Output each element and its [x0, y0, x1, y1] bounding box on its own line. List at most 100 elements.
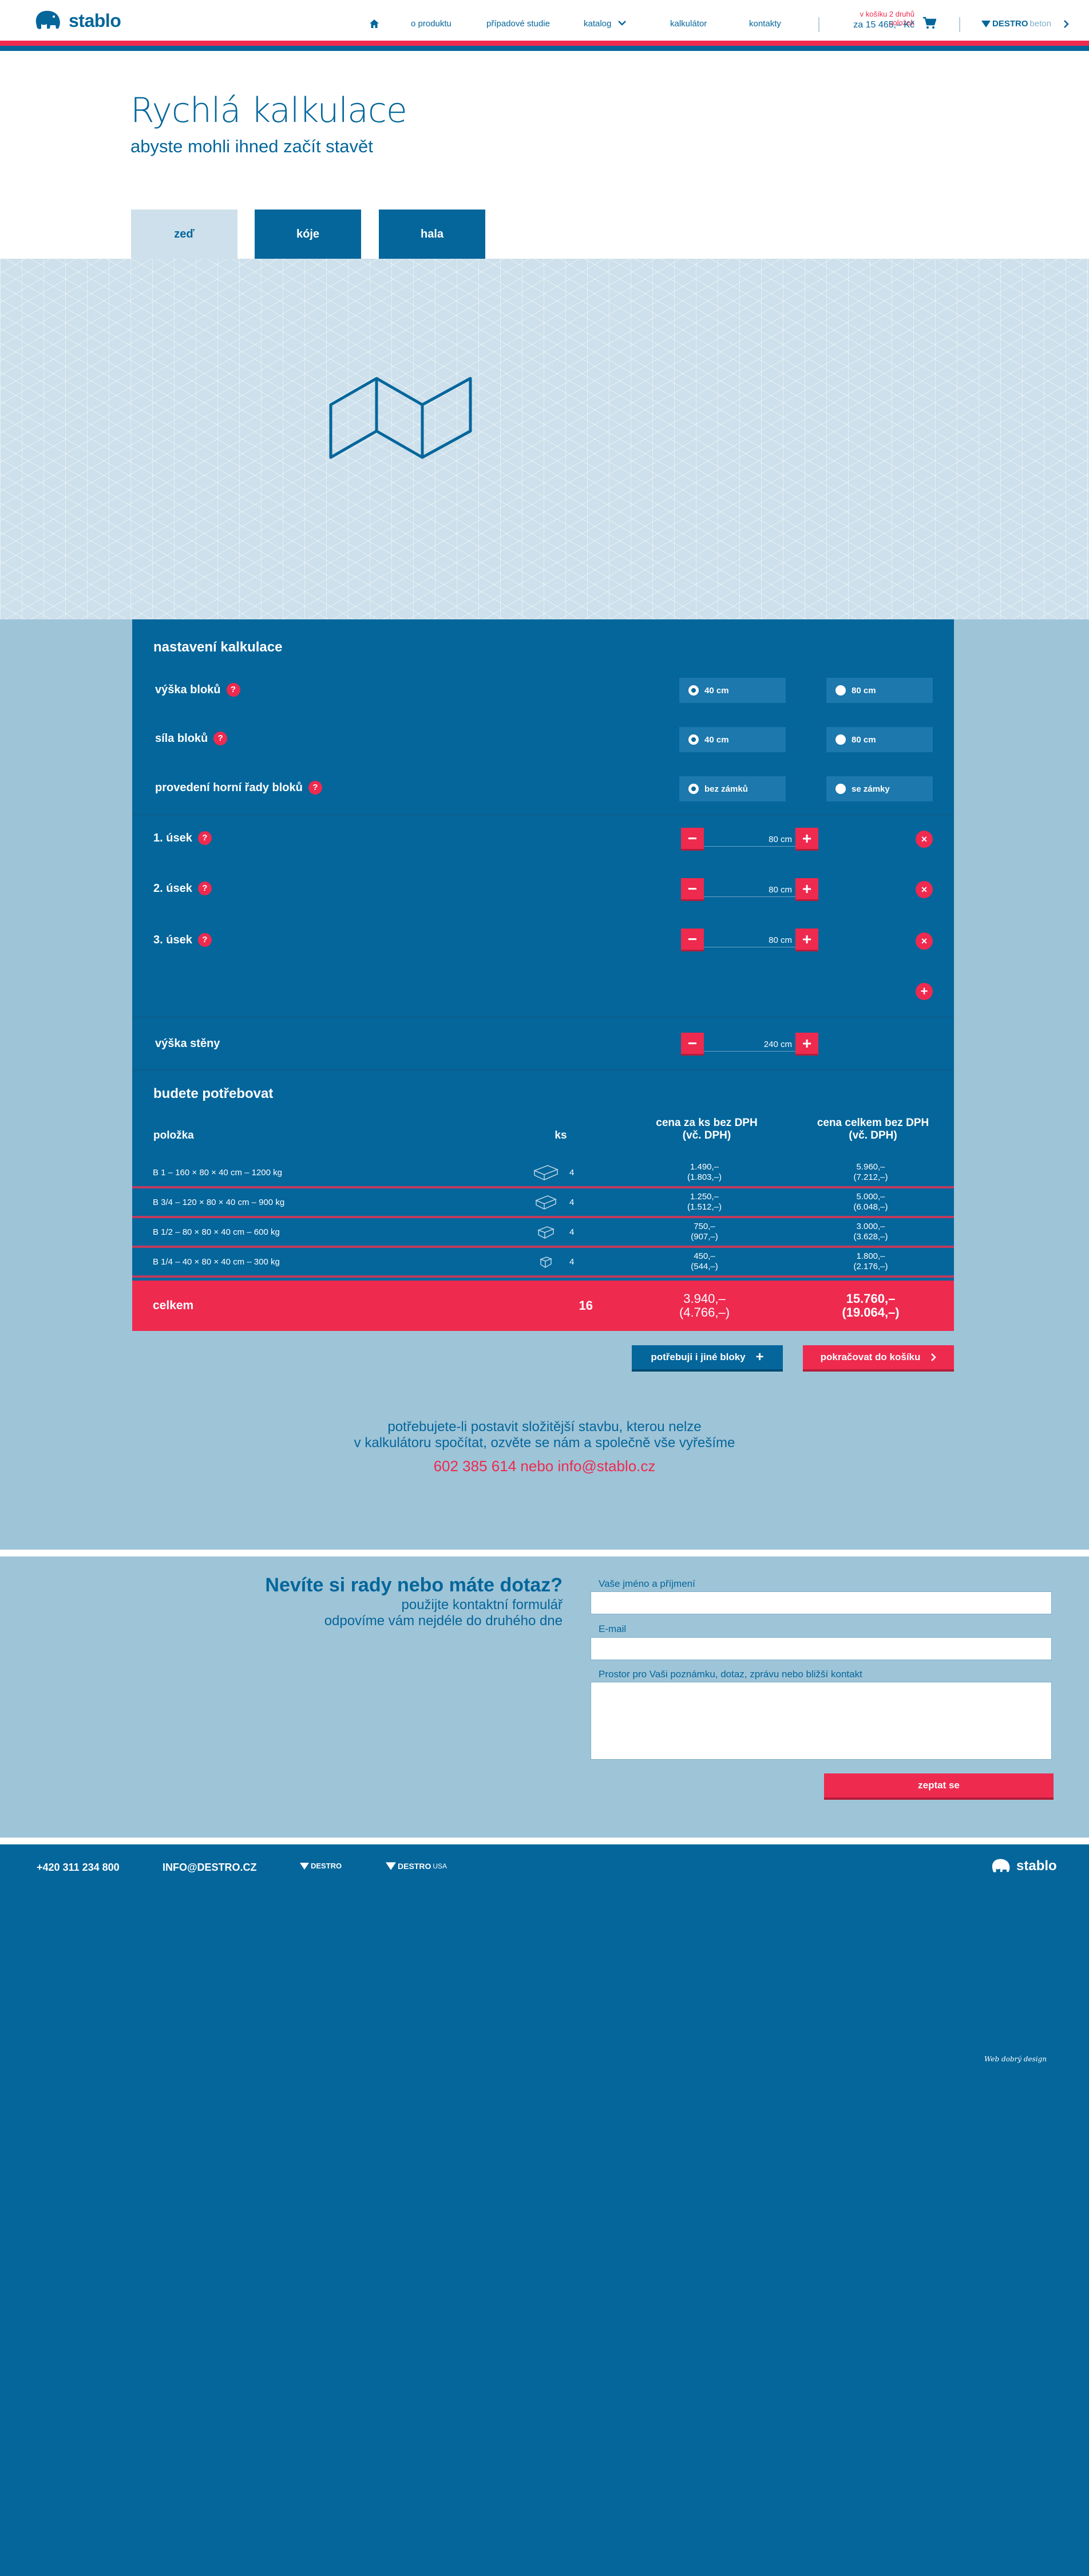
total-price-vat: (7.212,–): [853, 1172, 888, 1182]
settings-title: nastavení kalkulace: [153, 639, 283, 655]
footer-email[interactable]: INFO@DESTRO.CZ: [163, 1862, 257, 1874]
option-label: 40 cm: [704, 734, 729, 745]
segment-1-value[interactable]: 80 cm: [723, 835, 792, 844]
option-label: 40 cm: [704, 685, 729, 696]
total-price-vat: (6.048,–): [853, 1202, 888, 1212]
destro-logo-icon: [300, 1862, 309, 1870]
submit-button[interactable]: zeptat se: [824, 1773, 1054, 1800]
segment-1-remove-button[interactable]: ×: [916, 831, 933, 848]
nav-contacts[interactable]: kontakty: [749, 19, 781, 29]
email-input[interactable]: [591, 1637, 1052, 1660]
radio-icon: [835, 685, 846, 696]
top-row-text: provedení horní řady bloků: [155, 781, 303, 794]
footer-phone[interactable]: +420 311 234 800: [37, 1862, 120, 1874]
segment-3-minus-button[interactable]: −: [681, 929, 704, 951]
wall-height-minus-button[interactable]: −: [681, 1033, 704, 1056]
segment-1-plus-button[interactable]: +: [795, 828, 818, 851]
top-row-option-no-locks[interactable]: bez zámků: [679, 776, 786, 801]
item-name: B 1 – 160 × 80 × 40 cm – 1200 kg: [153, 1167, 282, 1178]
footer-logo-text: stablo: [1016, 1858, 1057, 1874]
item-total-price: 1.800,– (2.176,–): [787, 1251, 954, 1272]
help-icon[interactable]: ?: [226, 683, 240, 697]
help-icon[interactable]: ?: [213, 732, 228, 745]
tab-bay[interactable]: kóje: [255, 210, 361, 259]
segment-3-value[interactable]: 80 cm: [723, 935, 792, 945]
segment-2-plus-button[interactable]: +: [795, 878, 818, 901]
block-height-option-40[interactable]: 40 cm: [679, 678, 786, 703]
note-phone[interactable]: 602 385 614: [434, 1457, 517, 1475]
tab-hall[interactable]: hala: [379, 210, 485, 259]
destro-brand[interactable]: DESTRO beton: [981, 19, 1051, 29]
total-price: 5.000,–: [856, 1192, 885, 1202]
nav-about[interactable]: o produktu: [411, 19, 452, 29]
wall-height-plus-button[interactable]: +: [795, 1033, 818, 1056]
footer-destro-logo[interactable]: DESTRO: [300, 1862, 342, 1870]
top-row-option-locks[interactable]: se zámky: [826, 776, 933, 801]
item-name: B 1/2 – 80 × 80 × 40 cm – 600 kg: [153, 1227, 280, 1237]
radio-checked-icon: [688, 784, 699, 794]
col-unit-header-line1: cena za ks bez DPH: [656, 1117, 758, 1129]
continue-to-cart-button[interactable]: pokračovat do košíku: [803, 1345, 954, 1372]
cart-icon[interactable]: [922, 17, 936, 29]
item-total-price: 5.000,– (6.048,–): [787, 1192, 954, 1212]
segment-1-text: 1. úsek: [153, 831, 192, 844]
home-icon[interactable]: [369, 19, 379, 29]
footer-stablo-logo[interactable]: stablo: [990, 1857, 1057, 1875]
chevron-right-icon[interactable]: [1063, 19, 1069, 29]
chevron-down-icon[interactable]: [617, 20, 627, 26]
segment-2-value[interactable]: 80 cm: [723, 885, 792, 895]
segment-2-remove-button[interactable]: ×: [916, 881, 933, 898]
item-unit-price: 450,– (544,–): [621, 1251, 787, 1272]
option-label: se zámky: [852, 784, 890, 794]
block-icon: [539, 1257, 553, 1268]
help-icon[interactable]: ?: [308, 781, 322, 795]
stablo-logo[interactable]: stablo: [33, 8, 121, 33]
segment-1-minus-button[interactable]: −: [681, 828, 704, 851]
help-icon[interactable]: ?: [197, 882, 212, 895]
block-height-option-80[interactable]: 80 cm: [826, 678, 933, 703]
item-name: B 3/4 – 120 × 80 × 40 cm – 900 kg: [153, 1197, 285, 1207]
email-label: E-mail: [599, 1623, 627, 1634]
form-subtitle-2: odpovíme vám nejdéle do druhého dne: [324, 1613, 563, 1629]
segment-3-label: 3. úsek?: [153, 933, 212, 947]
total-label: celkem: [153, 1299, 194, 1312]
block-thickness-option-40[interactable]: 40 cm: [679, 727, 786, 752]
nav-case-studies[interactable]: případové studie: [486, 19, 550, 29]
col-total-header-line1: cena celkem bez DPH: [817, 1117, 929, 1129]
add-segment-button[interactable]: +: [916, 983, 933, 1000]
cart-total[interactable]: za 15 465,– Kč: [840, 20, 914, 30]
unit-price: 450,–: [694, 1251, 715, 1261]
segment-3-remove-button[interactable]: ×: [916, 933, 933, 950]
block-thickness-option-80[interactable]: 80 cm: [826, 727, 933, 752]
note-email-link[interactable]: info@stablo.cz: [557, 1457, 655, 1475]
item-qty: 4: [569, 1227, 575, 1237]
help-icon[interactable]: ?: [197, 933, 212, 947]
elephant-icon: [992, 1859, 1010, 1872]
nav-catalog[interactable]: katalog: [584, 19, 611, 29]
block-height-label: výška bloků?: [155, 683, 240, 697]
item-qty-cell: 4: [533, 1164, 621, 1181]
message-textarea[interactable]: [591, 1682, 1052, 1760]
unit-price: 1.250,–: [690, 1192, 719, 1202]
wall-height-value[interactable]: 240 cm: [723, 1040, 792, 1049]
segment-2-minus-button[interactable]: −: [681, 878, 704, 901]
block-icon: [537, 1226, 555, 1239]
footer-credit[interactable]: Web dobrý design: [984, 2055, 1047, 2063]
name-input[interactable]: [591, 1591, 1052, 1614]
tab-wall[interactable]: zeď: [131, 210, 237, 259]
total-price-vat: (2.176,–): [853, 1262, 888, 1271]
footer-destro-usa-logo[interactable]: DESTRO USA: [386, 1862, 447, 1871]
help-icon[interactable]: ?: [197, 831, 212, 845]
other-blocks-label: potřebuji i jiné bloky: [651, 1352, 746, 1362]
segment-3-plus-button[interactable]: +: [795, 929, 818, 951]
total-price: 3.000,–: [856, 1222, 885, 1231]
nav-calculator[interactable]: kalkulátor: [670, 19, 707, 29]
radio-icon: [835, 784, 846, 794]
item-qty: 4: [569, 1167, 575, 1178]
wall-height-track: [704, 1051, 795, 1052]
total-price-vat: (3.628,–): [853, 1232, 888, 1242]
other-blocks-button[interactable]: potřebuji i jiné bloky +: [632, 1345, 783, 1372]
unit-price: 750,–: [694, 1222, 715, 1231]
destro-logo-icon: [386, 1862, 396, 1870]
destro-logo-icon: [981, 20, 991, 27]
